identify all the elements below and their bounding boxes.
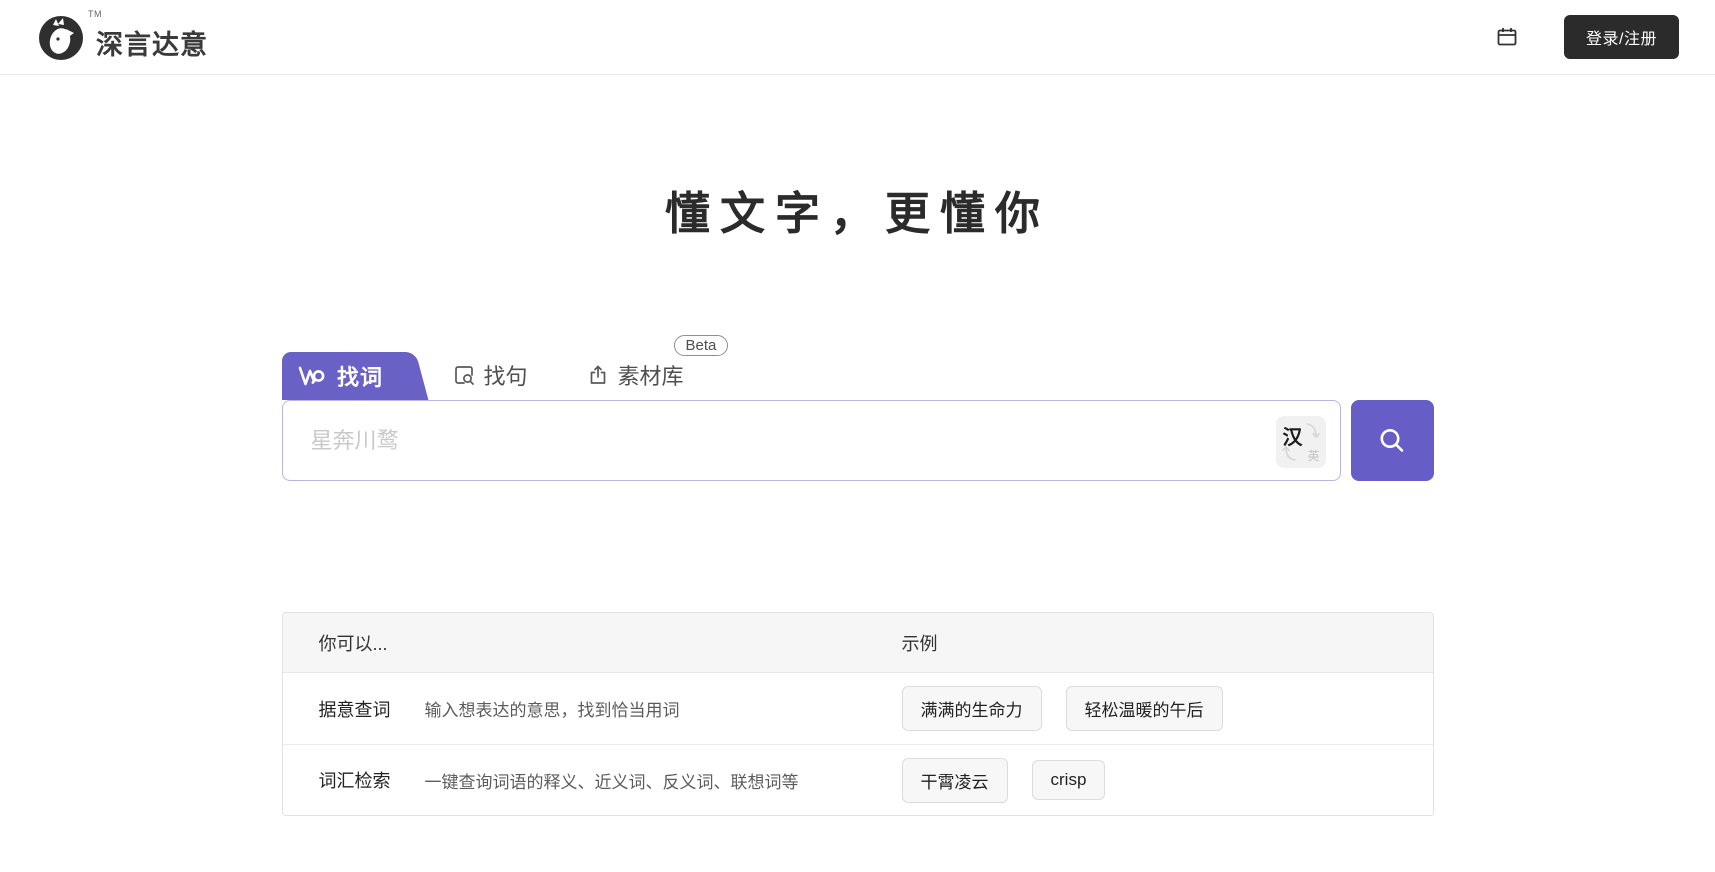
language-toggle[interactable]: 汉 英: [1275, 416, 1326, 468]
sentence-search-icon: [452, 363, 476, 387]
top-header: TM 深言达意 登录/注册: [0, 0, 1715, 75]
tab-find-word[interactable]: 找词: [281, 352, 400, 400]
table-row: 词汇检索 一键查询词语的释义、近义词、反义词、联想词等 干霄凌云 crisp: [282, 744, 1433, 815]
example-chip[interactable]: 干霄凌云: [901, 757, 1008, 803]
tab-material-library-label: 素材库: [617, 364, 684, 389]
search-icon: [1374, 423, 1410, 459]
search-input[interactable]: [282, 401, 1340, 480]
example-chip[interactable]: 轻松温暖的午后: [1065, 686, 1223, 731]
feature-description: 一键查询词语的释义、近义词、反义词、联想词等: [424, 772, 799, 792]
brand-name: 深言达意: [96, 30, 208, 61]
beta-badge: Beta: [673, 335, 729, 356]
trademark-label: TM: [88, 9, 102, 19]
page-title: 懂文字，更懂你: [664, 187, 1050, 240]
tab-find-word-label: 找词: [336, 365, 383, 390]
feature-term: 据意查词: [318, 699, 391, 720]
tab-material-library[interactable]: 素材库 Beta: [586, 335, 729, 400]
examples-table: 你可以... 示例 据意查词 输入想表达的意思，找到恰当用词 满满的生命力 轻松…: [281, 612, 1434, 816]
table-header-row: 你可以... 示例: [282, 613, 1433, 673]
tab-find-sentence[interactable]: 找句: [452, 359, 528, 400]
feature-term: 词汇检索: [318, 771, 391, 791]
feature-description: 输入想表达的意思，找到恰当用词: [424, 701, 680, 720]
search-mode-tabs: 找词 找句 素材库 Beta: [281, 335, 1434, 400]
swap-arrows-icon: [1276, 416, 1326, 468]
example-chip[interactable]: crisp: [1031, 760, 1106, 800]
search-button[interactable]: [1350, 400, 1434, 481]
calendar-icon[interactable]: [1494, 24, 1520, 50]
share-box-icon: [586, 363, 610, 387]
search-box: 汉 英: [281, 400, 1341, 481]
login-register-button[interactable]: 登录/注册: [1564, 15, 1679, 59]
example-chip[interactable]: 满满的生命力: [901, 686, 1042, 731]
column-header-you-can: 你可以...: [318, 633, 388, 654]
brand-logo[interactable]: TM 深言达意: [36, 9, 208, 63]
tab-find-sentence-label: 找句: [483, 364, 528, 389]
column-header-examples: 示例: [901, 633, 938, 654]
wantwords-w-icon: [298, 365, 328, 387]
whale-logo-icon: TM: [36, 9, 102, 63]
table-row: 据意查词 输入想表达的意思，找到恰当用词 满满的生命力 轻松温暖的午后: [282, 673, 1433, 744]
